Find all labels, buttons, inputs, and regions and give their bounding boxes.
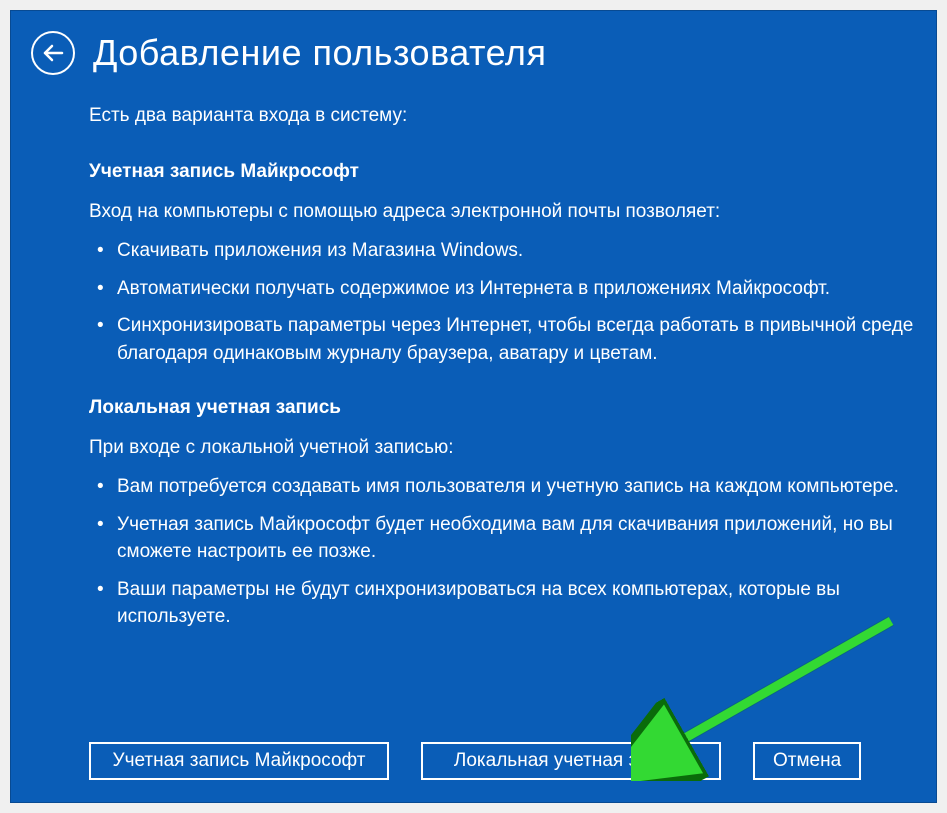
page-title: Добавление пользователя bbox=[93, 32, 546, 74]
list-item: Вам потребуется создавать имя пользовате… bbox=[89, 473, 926, 501]
button-row: Учетная запись Майкрософт Локальная учет… bbox=[89, 742, 861, 780]
cancel-button[interactable]: Отмена bbox=[753, 742, 861, 780]
content-area: Есть два варианта входа в систему: Учетн… bbox=[31, 105, 936, 631]
ms-account-list: Скачивать приложения из Магазина Windows… bbox=[89, 237, 926, 367]
header: Добавление пользователя bbox=[31, 31, 936, 75]
local-account-button[interactable]: Локальная учетная запись bbox=[421, 742, 721, 780]
ms-account-heading: Учетная запись Майкрософт bbox=[89, 161, 926, 183]
ms-account-lead: Вход на компьютеры с помощью адреса элек… bbox=[89, 201, 926, 223]
back-arrow-icon bbox=[41, 41, 65, 65]
intro-text: Есть два варианта входа в систему: bbox=[89, 105, 926, 127]
list-item: Скачивать приложения из Магазина Windows… bbox=[89, 237, 926, 265]
microsoft-account-button[interactable]: Учетная запись Майкрософт bbox=[89, 742, 389, 780]
list-item: Автоматически получать содержимое из Инт… bbox=[89, 275, 926, 303]
local-account-lead: При входе с локальной учетной записью: bbox=[89, 437, 926, 459]
list-item: Ваши параметры не будут синхронизировать… bbox=[89, 576, 926, 631]
list-item: Учетная запись Майкрософт будет необходи… bbox=[89, 511, 926, 566]
local-account-list: Вам потребуется создавать имя пользовате… bbox=[89, 473, 926, 631]
local-account-heading: Локальная учетная запись bbox=[89, 397, 926, 419]
add-user-window: Добавление пользователя Есть два вариант… bbox=[10, 10, 937, 803]
back-button[interactable] bbox=[31, 31, 75, 75]
list-item: Синхронизировать параметры через Интерне… bbox=[89, 312, 926, 367]
